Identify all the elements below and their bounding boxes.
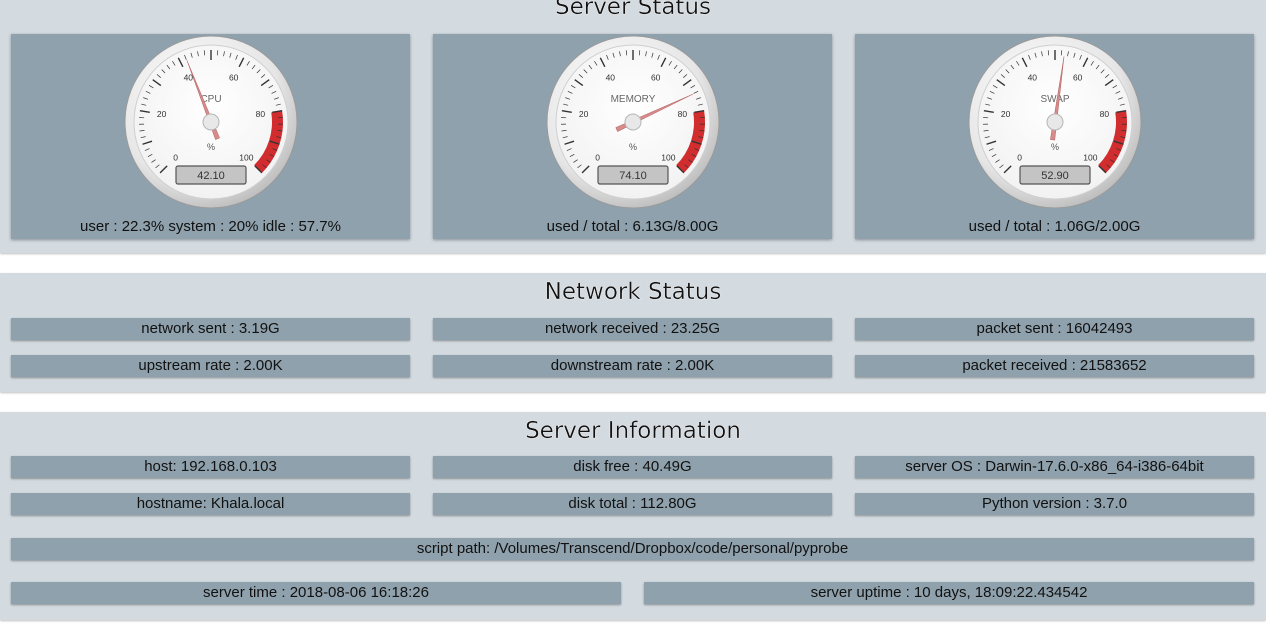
memory-gauge-card: 0 20 40 60 80 100 MEMORY% 74.10 used / total : … [433,34,832,239]
gauge-tick-label: 60 [651,72,661,82]
gauge-value-text: 74.10 [619,170,647,182]
gauge-tick-label: 80 [1100,109,1110,119]
gauge-tick-label: 80 [678,109,688,119]
server-os: server OS : Darwin-17.6.0-x86_64-i386-64… [855,456,1254,478]
gauge-value-text: 52.90 [1041,170,1069,182]
gauge-tick-label: 80 [256,109,266,119]
gauge-unit: % [629,142,637,152]
cpu-usage-caption: user : 22.3% system : 20% idle : 57.7% [80,218,341,235]
server-uptime: server uptime : 10 days, 18:09:22.434542 [644,582,1254,604]
gauge-value-text: 42.10 [197,170,225,182]
gauge-unit: % [1051,142,1059,152]
gauge-tick-label: 20 [579,109,589,119]
gauge-label: MEMORY [611,94,656,105]
memory-usage-caption: used / total : 6.13G/8.00G [546,218,719,235]
host: host: 192.168.0.103 [11,456,410,478]
downstream-rate: downstream rate : 2.00K [433,355,832,377]
network-sent: network sent : 3.19G [11,318,410,340]
network-status-title: Network Status [544,279,722,305]
gauge-unit: % [207,142,215,152]
server-information-title: Server Information [525,418,741,444]
gauge-tick-label: 40 [1028,72,1038,82]
gauge-tick-label: 20 [157,109,167,119]
packet-received: packet received : 21583652 [855,355,1254,377]
gauge-tick-label: 0 [1017,152,1022,162]
gauge-tick-label: 0 [173,152,178,162]
python-version: Python version : 3.7.0 [855,493,1254,515]
upstream-rate: upstream rate : 2.00K [11,355,410,377]
gauge-tick-label: 100 [239,152,253,162]
server-status-section: Server Status 0 20 40 60 80 100 CPU% 42.10 user… [0,0,1266,253]
gauge-tick-label: 60 [1073,72,1083,82]
script-path: script path: /Volumes/Transcend/Dropbox/… [11,538,1254,560]
disk-free: disk free : 40.49G [433,456,832,478]
gauge-tick-label: 100 [661,152,675,162]
swap-gauge: 0 20 40 60 80 100 SWAP% 52.90 [968,35,1142,209]
server-time: server time : 2018-08-06 16:18:26 [11,582,621,604]
gauge-hub [624,113,642,131]
gauge-tick-label: 60 [229,72,239,82]
swap-usage-caption: used / total : 1.06G/2.00G [968,218,1141,235]
gauge-hub [1046,113,1064,131]
gauge-tick-label: 0 [595,152,600,162]
swap-gauge-card: 0 20 40 60 80 100 SWAP% 52.90 used / total : 1.… [855,34,1254,239]
cpu-gauge: 02040 6080100CPU%42.10 [124,35,298,209]
hostname: hostname: Khala.local [11,493,410,515]
cpu-gauge-card: 0 20 40 60 80 100 CPU% 42.10 user : 22.3% syste… [11,34,410,239]
server-status-title: Server Status [554,0,712,20]
gauge-tick-label: 100 [1083,152,1097,162]
packet-sent: packet sent : 16042493 [855,318,1254,340]
memory-gauge: 0 20 40 60 80 100 MEMORY% 74.10 [546,35,720,209]
gauge-hub [202,113,220,131]
gauge-tick-label: 40 [606,72,616,82]
network-status-section: Network Status network sent : 3.19G netw… [0,273,1266,392]
network-received: network received : 23.25G [433,318,832,340]
gauge-tick-label: 20 [1001,109,1011,119]
gauge-label: SWAP [1040,94,1069,105]
disk-total: disk total : 112.80G [433,493,832,515]
server-information-section: Server Information host: 192.168.0.103 d… [0,412,1266,620]
